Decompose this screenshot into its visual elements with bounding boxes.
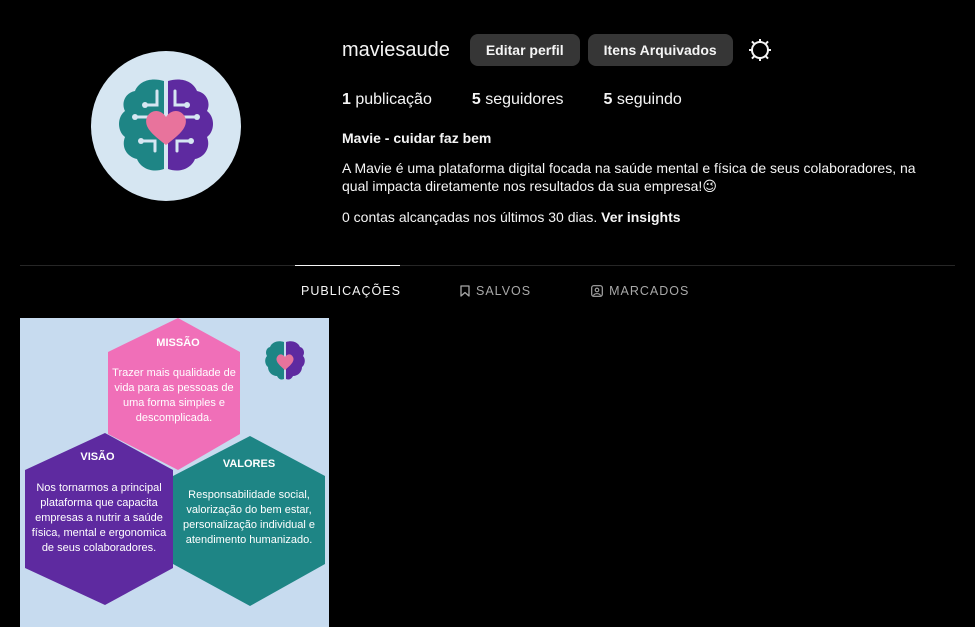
username-row: maviesaude Editar perfil Itens Arquivado… bbox=[342, 34, 773, 66]
profile-full-name: Mavie - cuidar faz bem bbox=[342, 130, 492, 146]
archived-items-button[interactable]: Itens Arquivados bbox=[587, 34, 733, 66]
tab-publications-label: PUBLICAÇÕES bbox=[301, 284, 401, 298]
vision-text: Nos tornarmos a principal plataforma que… bbox=[31, 482, 167, 554]
tab-tagged-label: MARCADOS bbox=[609, 284, 690, 298]
followers-stat[interactable]: 5 seguidores bbox=[472, 91, 564, 109]
insights-line: 0 contas alcançadas nos últimos 30 dias.… bbox=[342, 209, 681, 225]
view-insights-link[interactable]: Ver insights bbox=[601, 209, 680, 225]
following-stat[interactable]: 5 seguindo bbox=[603, 91, 681, 109]
active-tab-indicator bbox=[295, 265, 400, 266]
profile-bio: A Mavie é uma plataforma digital focada … bbox=[342, 160, 916, 194]
mission-text: Trazer mais qualidade de vida para as pe… bbox=[112, 367, 236, 424]
bookmark-icon bbox=[460, 285, 470, 297]
small-brain-logo-icon bbox=[265, 341, 305, 380]
post-thumbnail[interactable]: MISSÃO Trazer mais qualidade de vida par… bbox=[20, 318, 329, 627]
vision-title: VISÃO bbox=[80, 451, 115, 463]
insights-text: 0 contas alcançadas nos últimos 30 dias. bbox=[342, 209, 602, 225]
profile-avatar[interactable] bbox=[91, 51, 241, 201]
profile-page: maviesaude Editar perfil Itens Arquivado… bbox=[0, 0, 975, 627]
post-graphic bbox=[25, 318, 325, 606]
values-text: Responsabilidade social, valorização do … bbox=[182, 489, 316, 546]
values-title: VALORES bbox=[222, 458, 276, 470]
gear-icon[interactable] bbox=[747, 37, 773, 63]
mission-title: MISSÃO bbox=[156, 337, 200, 349]
tab-tagged[interactable]: MARCADOS bbox=[591, 284, 689, 298]
edit-profile-button[interactable]: Editar perfil bbox=[469, 34, 580, 66]
tab-saved[interactable]: SALVOS bbox=[460, 284, 531, 298]
tagged-icon bbox=[591, 285, 604, 297]
posts-stat: 1 publicação bbox=[342, 91, 432, 108]
profile-tabs: PUBLICAÇÕES SALVOS MARCADOS bbox=[295, 284, 689, 298]
tabs-divider bbox=[20, 265, 955, 266]
brain-heart-logo-icon bbox=[119, 79, 213, 171]
username: maviesaude bbox=[342, 38, 450, 61]
tab-saved-label: SALVOS bbox=[476, 284, 532, 298]
tab-publications[interactable]: PUBLICAÇÕES bbox=[295, 284, 400, 298]
profile-stats: 1 publicação 5 seguidores 5 seguindo bbox=[342, 91, 722, 109]
